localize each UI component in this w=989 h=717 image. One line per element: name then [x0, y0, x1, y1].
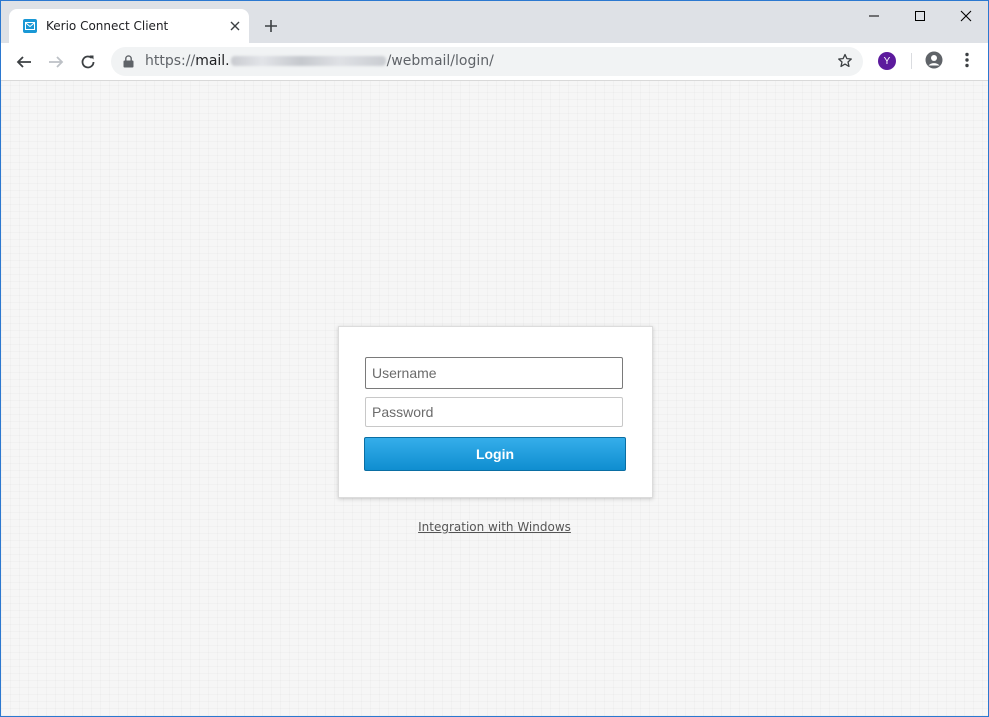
new-tab-icon[interactable]	[261, 16, 281, 36]
tab-title: Kerio Connect Client	[46, 19, 169, 33]
close-tab-icon[interactable]	[227, 18, 243, 34]
tab-strip: Kerio Connect Client	[1, 1, 988, 43]
browser-window: Kerio Connect Client https://mail. /webm…	[0, 0, 989, 717]
redacted-domain	[230, 56, 386, 66]
url-scheme: https://	[145, 53, 196, 69]
url-host-prefix: mail.	[195, 53, 230, 69]
close-window-icon[interactable]	[943, 1, 989, 31]
address-bar[interactable]: https://mail. /webmail/login/	[111, 47, 863, 76]
username-input[interactable]	[365, 357, 623, 389]
envelope-icon	[23, 19, 37, 33]
kebab-menu-icon[interactable]	[959, 51, 975, 74]
login-panel: Login	[338, 326, 653, 498]
integration-with-windows-link[interactable]: Integration with Windows	[1, 520, 988, 534]
bookmark-star-icon[interactable]	[837, 53, 853, 74]
login-button[interactable]: Login	[364, 437, 626, 471]
url-path: /webmail/login/	[386, 53, 494, 69]
maximize-icon[interactable]	[897, 1, 943, 31]
forward-arrow-icon[interactable]	[45, 51, 67, 73]
tab-kerio-connect[interactable]: Kerio Connect Client	[9, 9, 249, 43]
reload-icon[interactable]	[77, 51, 99, 73]
minimize-icon[interactable]	[851, 1, 897, 31]
back-arrow-icon[interactable]	[13, 51, 35, 73]
browser-toolbar: https://mail. /webmail/login/	[1, 43, 988, 81]
lock-icon	[123, 55, 134, 73]
toolbar-separator	[911, 53, 912, 69]
profile-icon[interactable]	[925, 51, 943, 74]
url-text: https://mail. /webmail/login/	[145, 53, 494, 69]
password-input[interactable]	[365, 397, 623, 427]
login-page: Login Integration with Windows	[1, 81, 988, 716]
extension-icon[interactable]: Y	[878, 52, 896, 70]
